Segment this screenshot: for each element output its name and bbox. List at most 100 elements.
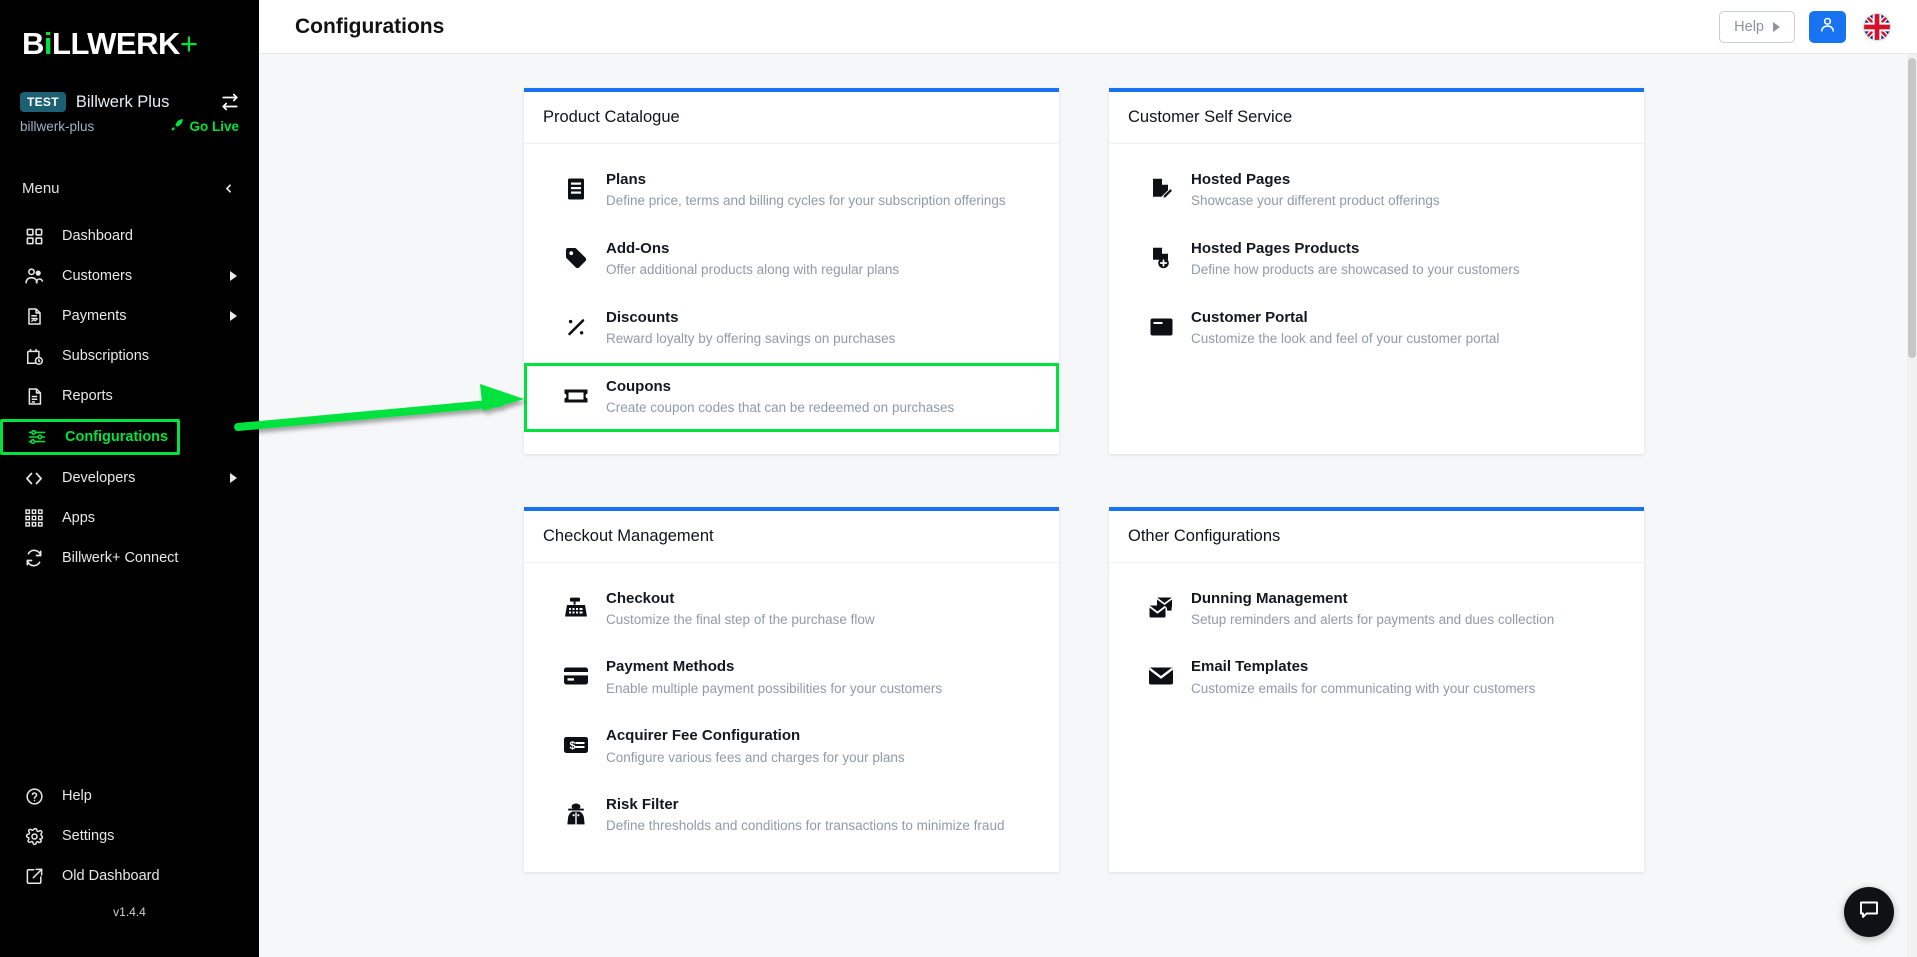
card-checkout-management: Checkout Management Checkout Customize t… [524, 506, 1059, 873]
external-link-icon [24, 866, 44, 886]
card-header: Other Configurations [1109, 511, 1644, 563]
config-item-title: Email Templates [1191, 658, 1309, 676]
question-circle-icon [24, 786, 44, 806]
config-item-title: Acquirer Fee Configuration [606, 727, 801, 745]
swap-icon[interactable] [221, 93, 239, 111]
config-item-checkout[interactable]: Checkout Customize the final step of the… [524, 575, 1059, 644]
card-body: Hosted Pages Showcase your different pro… [1109, 144, 1644, 385]
sidebar-item-payments[interactable]: Payments [0, 299, 259, 333]
sidebar-item-dashboard[interactable]: Dashboard [0, 219, 259, 253]
go-live-button[interactable]: Go Live [170, 118, 239, 135]
card-body: Checkout Customize the final step of the… [524, 563, 1059, 873]
config-item-hosted-pages-products[interactable]: Hosted Pages Products Define how product… [1109, 225, 1644, 294]
gear-icon [24, 826, 44, 846]
page-scrollbar-thumb[interactable] [1908, 58, 1916, 358]
sidebar-bottom-nav: Help Settings Old Dashboard v1.4.4 [0, 779, 259, 919]
sidebar-item-billwerk-connect[interactable]: Billwerk+ Connect [0, 541, 259, 575]
config-item-payment-methods[interactable]: Payment Methods Enable multiple payment … [524, 643, 1059, 712]
config-item-description: Define thresholds and conditions for tra… [606, 818, 1005, 834]
tenant-switcher[interactable]: TEST Billwerk Plus billwerk-plus Go Live [0, 92, 259, 135]
fee-icon: $ [563, 732, 589, 758]
config-item-email-templates[interactable]: Email Templates Customize emails for com… [1109, 643, 1644, 712]
config-item-description: Define how products are showcased to you… [1191, 262, 1520, 278]
detective-icon [563, 801, 589, 827]
document-icon [24, 386, 44, 406]
app-version: v1.4.4 [113, 905, 146, 919]
sidebar-item-customers[interactable]: Customers [0, 259, 259, 293]
user-icon [1818, 15, 1837, 39]
sidebar-item-old-dashboard[interactable]: Old Dashboard [0, 859, 259, 893]
caret-right-icon [230, 473, 237, 483]
config-item-description: Setup reminders and alerts for payments … [1191, 611, 1555, 627]
config-item-title: Payment Methods [606, 658, 735, 676]
sidebar-item-developers[interactable]: Developers [0, 461, 259, 495]
svg-text:$: $ [570, 740, 576, 752]
environment-badge: TEST [20, 92, 66, 112]
go-live-label: Go Live [189, 119, 239, 134]
config-item-coupons[interactable]: Coupons Create coupon codes that can be … [524, 362, 1059, 432]
sidebar-item-label: Old Dashboard [62, 868, 160, 884]
sidebar-item-help[interactable]: Help [0, 779, 259, 813]
config-item-description: Enable multiple payment possibilities fo… [606, 680, 943, 696]
apps-grid-icon [24, 508, 44, 528]
config-item-title: Add-Ons [606, 239, 670, 257]
config-item-dunning-management[interactable]: Dunning Management Setup reminders and a… [1109, 575, 1644, 644]
sidebar-item-label: Configurations [65, 429, 169, 445]
menu-header: Menu [0, 177, 259, 199]
sidebar-item-label: Settings [62, 828, 115, 844]
sidebar: BiLLWERK+ TEST Billwerk Plus billwerk-pl… [0, 0, 259, 957]
logo-plus-icon: + [179, 26, 198, 61]
page-edit-icon [1148, 176, 1174, 202]
sidebar-item-configurations[interactable]: Configurations [0, 419, 180, 455]
app-root: BiLLWERK+ TEST Billwerk Plus billwerk-pl… [0, 0, 1917, 957]
sidebar-item-label: Reports [62, 388, 113, 404]
caret-right-icon [1773, 21, 1780, 32]
language-flag-button[interactable] [1864, 13, 1890, 40]
dunning-icon [1148, 595, 1174, 621]
config-item-add-ons[interactable]: Add-Ons Offer additional products along … [524, 225, 1059, 294]
code-icon [24, 468, 44, 488]
sidebar-item-label: Apps [62, 510, 96, 526]
card-body: Plans Define price, terms and billing cy… [524, 144, 1059, 454]
grid-icon [24, 226, 44, 246]
sidebar-item-settings[interactable]: Settings [0, 819, 259, 853]
config-item-risk-filter[interactable]: Risk Filter Define thresholds and condit… [524, 781, 1059, 850]
config-item-plans[interactable]: Plans Define price, terms and billing cy… [524, 156, 1059, 225]
sidebar-item-label: Developers [62, 470, 136, 486]
config-item-discounts[interactable]: Discounts Reward loyalty by offering sav… [524, 294, 1059, 363]
user-account-button[interactable] [1809, 10, 1846, 43]
card-other-configurations: Other Configurations Dunning Management … [1109, 506, 1644, 872]
uk-flag-icon [1864, 13, 1890, 40]
sidebar-item-reports[interactable]: Reports [0, 379, 259, 413]
caret-right-icon [230, 271, 237, 281]
chat-widget-button[interactable] [1844, 887, 1894, 937]
config-item-description: Customize the look and feel of your cust… [1191, 331, 1500, 346]
config-item-title: Hosted Pages [1191, 171, 1291, 188]
config-item-description: Offer additional products along with reg… [606, 262, 900, 278]
brand-logo[interactable]: BiLLWERK+ [0, 0, 259, 92]
config-item-customer-portal[interactable]: Customer Portal Customize the look and f… [1109, 294, 1644, 363]
card-header: Customer Self Service [1109, 92, 1644, 144]
config-item-hosted-pages[interactable]: Hosted Pages Showcase your different pro… [1109, 156, 1644, 225]
sidebar-item-label: Payments [62, 308, 127, 324]
config-item-acquirer-fee-configuration[interactable]: $ Acquirer Fee Configuration Configure v… [524, 712, 1059, 781]
plans-icon [563, 176, 589, 202]
card-title: Other Configurations [1128, 526, 1281, 545]
percent-icon [563, 314, 589, 340]
chevron-left-icon[interactable] [222, 182, 235, 195]
sidebar-item-label: Subscriptions [62, 348, 150, 364]
config-item-title: Plans [606, 171, 647, 188]
invoice-icon [24, 306, 44, 326]
sidebar-nav: Dashboard Customers Payments Subscriptio… [0, 219, 259, 575]
configuration-card-grid: Product Catalogue Plans Define price, te… [259, 54, 1917, 957]
sidebar-item-apps[interactable]: Apps [0, 501, 259, 535]
users-icon [24, 266, 44, 286]
sidebar-item-subscriptions[interactable]: Subscriptions [0, 339, 259, 373]
config-item-description: Create coupon codes that can be redeemed… [606, 399, 955, 415]
help-button[interactable]: Help [1719, 10, 1795, 43]
config-item-title: Checkout [606, 589, 675, 607]
tenant-name: Billwerk Plus [75, 92, 170, 111]
config-item-title: Hosted Pages Products [1191, 239, 1360, 257]
main-area: Configurations Help Product Catalogue Pl… [259, 0, 1917, 957]
config-item-description: Reward loyalty by offering savings on pu… [606, 331, 896, 346]
